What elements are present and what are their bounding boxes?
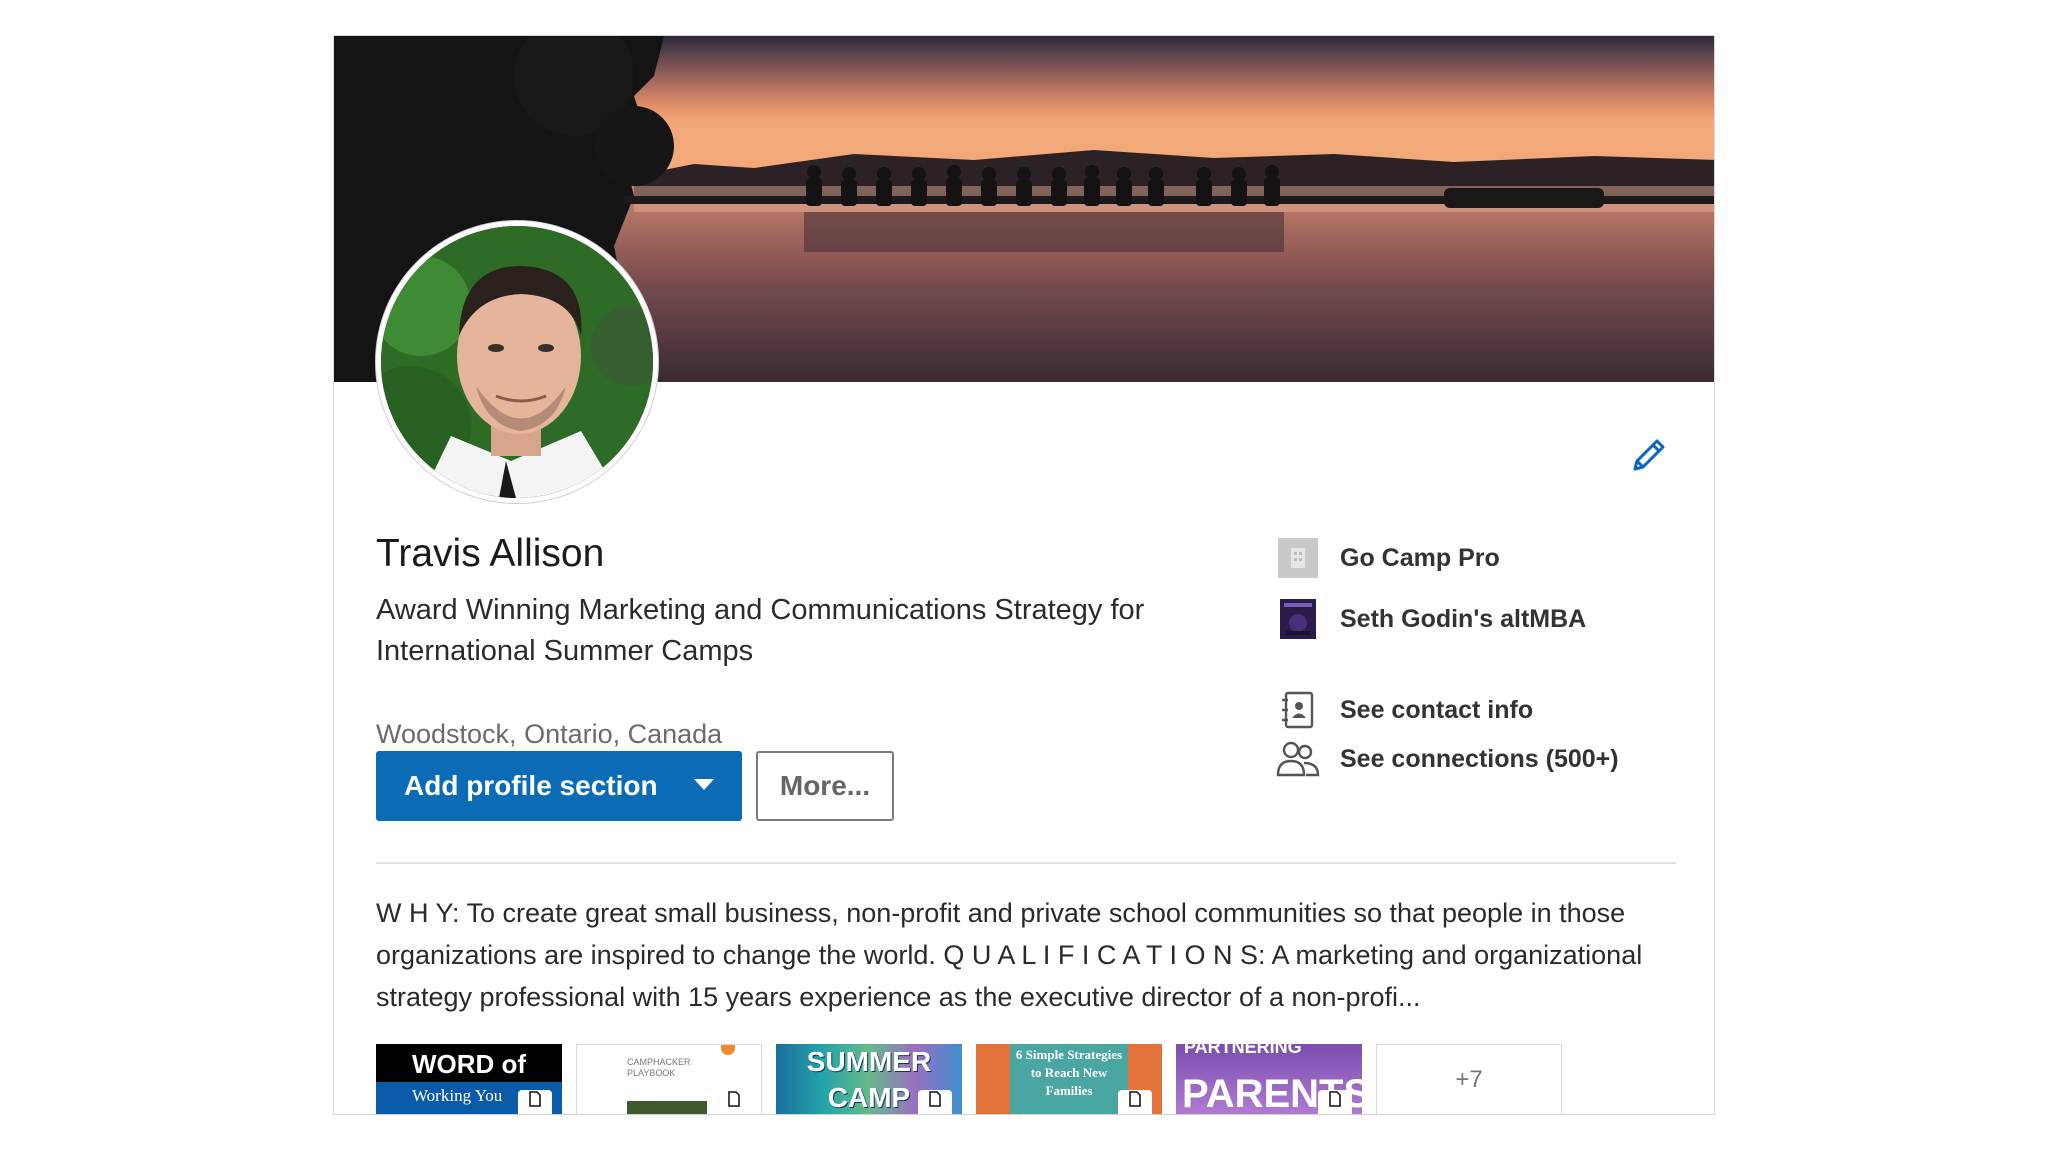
media-item[interactable]: PARTNERING PARENTS [1176,1044,1362,1114]
profile-summary[interactable]: W H Y: To create great small business, n… [376,892,1686,1018]
more-media-button[interactable]: +7 [1376,1044,1562,1114]
media-item[interactable]: 6 Simple Strategies to Reach New Familie… [976,1044,1162,1114]
school-label: Seth Godin's altMBA [1340,604,1587,633]
current-company-link[interactable]: Go Camp Pro [1276,536,1500,580]
contact-card-icon [1276,688,1320,732]
media-item[interactable]: SUMMER CAMP [776,1044,962,1114]
media-item[interactable]: WORD of MOUTH Working You [376,1044,562,1114]
media-title: WORD of MOUTH [376,1044,562,1114]
company-logo-icon [1276,536,1320,580]
connections-link[interactable]: See connections (500+) [1276,737,1619,781]
document-icon [918,1090,952,1114]
section-divider [376,862,1676,864]
contact-info-label: See contact info [1340,695,1534,724]
document-icon [1318,1090,1352,1114]
company-label: Go Camp Pro [1340,543,1500,572]
education-link[interactable]: Seth Godin's altMBA [1276,597,1586,641]
edit-profile-button[interactable] [1624,430,1674,480]
document-icon [717,1090,751,1114]
pencil-icon [1633,439,1665,471]
media-thumbnail-image [627,1101,707,1114]
profile-headline: Award Winning Marketing and Communicatio… [376,594,1145,667]
profile-location: Woodstock, Ontario, Canada [376,719,723,749]
document-icon [518,1090,552,1114]
add-profile-section-button[interactable]: Add profile section [376,751,742,821]
chevron-down-icon [694,779,714,790]
media-title: CAMPHACKER PLAYBOOK [627,1057,691,1078]
contact-info-link[interactable]: See contact info [1276,688,1533,732]
profile-avatar[interactable] [376,221,658,503]
badge-icon [721,1045,735,1055]
media-title: 6 Simple Strategies to Reach New Familie… [1010,1044,1128,1114]
document-icon [1118,1090,1152,1114]
connections-label: See connections (500+) [1340,744,1619,773]
profile-name: Travis Allison [376,532,605,575]
media-subtitle: PARTNERING [1184,1044,1302,1057]
add-profile-section-label: Add profile section [404,770,658,801]
connections-icon [1276,737,1320,781]
profile-card: Travis Allison Award Winning Marketing a… [333,35,1715,1115]
media-item[interactable]: CAMPHACKER PLAYBOOK [576,1044,762,1114]
school-logo-icon [1276,597,1320,641]
more-button[interactable]: More... [756,751,894,821]
